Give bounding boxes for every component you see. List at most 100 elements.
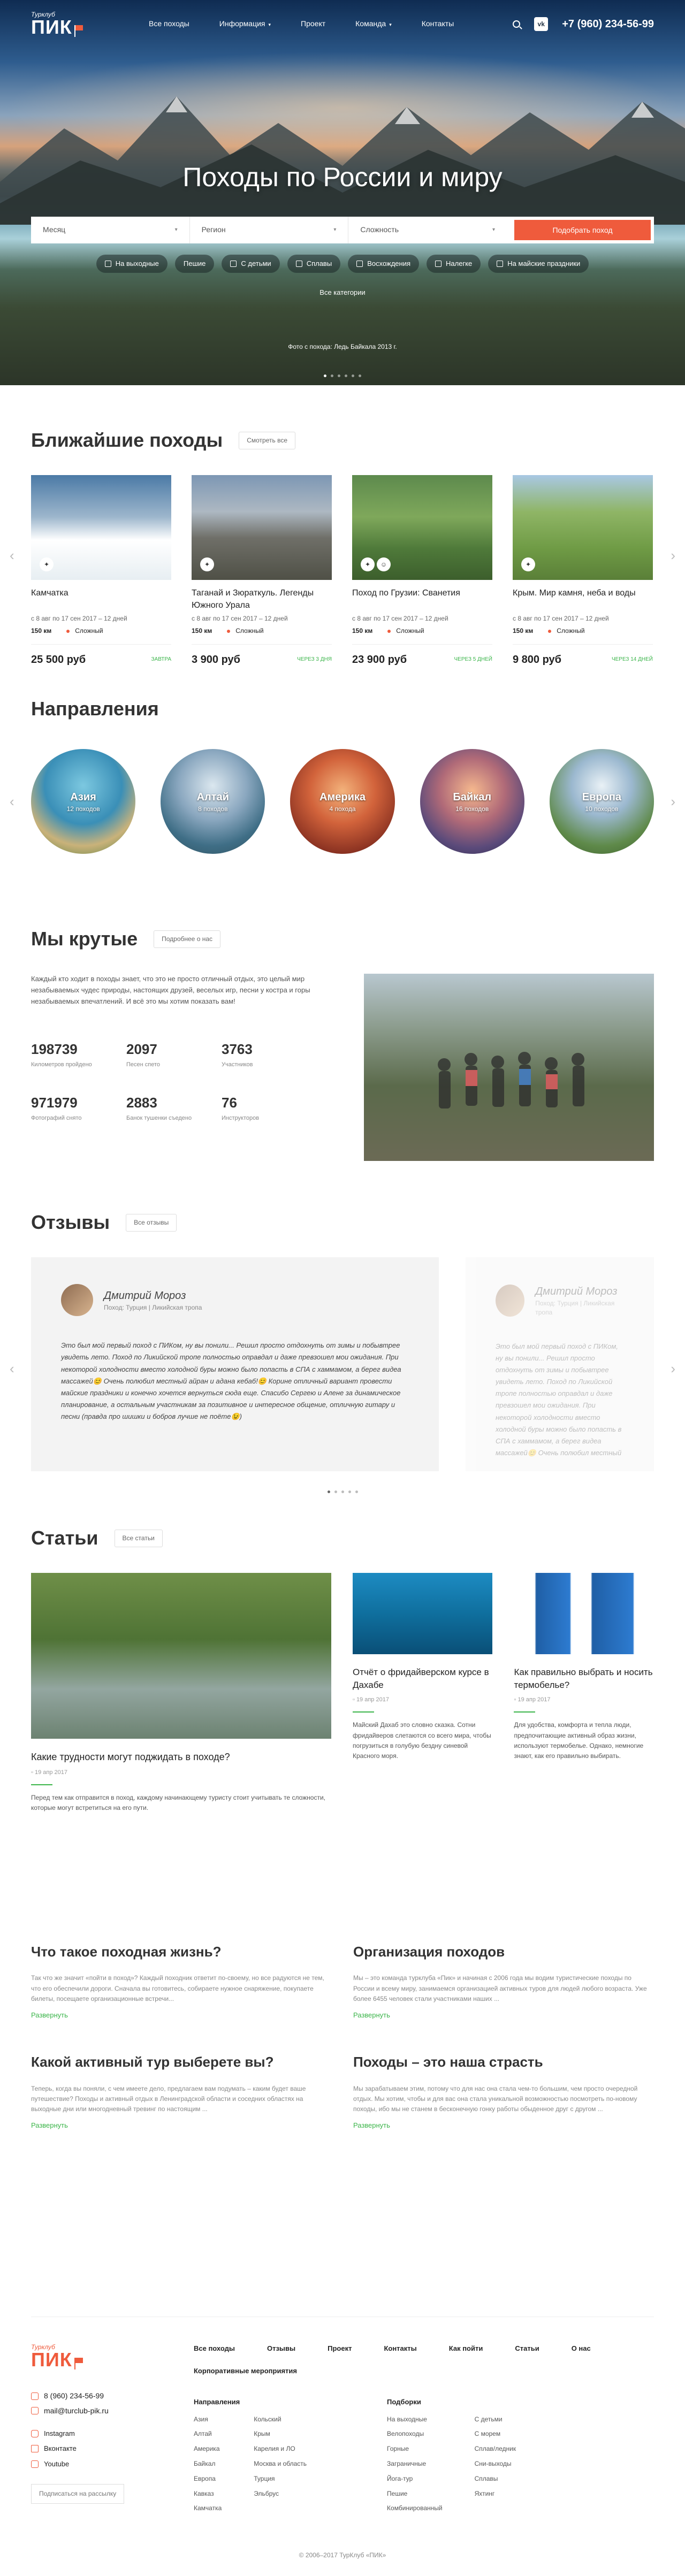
footer-link[interactable]: Кольский (254, 2415, 307, 2424)
all-articles-button[interactable]: Все статьи (114, 1529, 163, 1547)
footer-phone[interactable]: 8 (960) 234-56-99 (31, 2391, 162, 2402)
footer-link[interactable]: Америка (194, 2444, 222, 2453)
direction-america[interactable]: Америка 4 похода (290, 749, 395, 854)
footer-link[interactable]: Байкал (194, 2459, 222, 2468)
slider-dot[interactable] (327, 1490, 330, 1494)
footer-link[interactable]: Европа (194, 2474, 222, 2483)
footer-menu-item[interactable]: Контакты (384, 2344, 416, 2353)
direction-europe[interactable]: Европа 10 походов (549, 749, 654, 854)
nav-item-all-trips[interactable]: Все походы (149, 19, 189, 29)
prev-arrow-icon[interactable]: ‹ (10, 792, 14, 811)
footer-link[interactable]: Йога-тур (387, 2474, 443, 2483)
footer-link[interactable]: Комбинированный (387, 2504, 443, 2513)
footer-link[interactable]: Пешие (387, 2489, 443, 2498)
direction-asia[interactable]: Азия 12 походов (31, 749, 136, 854)
trip-card[interactable]: ✦ Таганай и Зюраткуль. Легенды Южного Ур… (192, 475, 332, 667)
footer-link[interactable]: Крым (254, 2429, 307, 2439)
slider-dot[interactable] (359, 374, 361, 377)
footer-menu-item[interactable]: Как пойти (449, 2344, 483, 2353)
footer-link[interactable]: Кавказ (194, 2489, 222, 2498)
footer-link[interactable]: Турция (254, 2474, 307, 2483)
footer-link[interactable]: Москва и область (254, 2459, 307, 2468)
article-card[interactable]: Отчёт о фридайверском курсе в Дахабе ▫ 1… (352, 1573, 493, 1813)
expand-link[interactable]: Развернуть (353, 2011, 654, 2020)
social-instagram[interactable]: Instagram (31, 2429, 162, 2439)
article-card[interactable]: Какие трудности могут поджидать в походе… (31, 1573, 331, 1813)
article-card[interactable]: Как правильно выбрать и носить термобель… (514, 1573, 654, 1813)
hero-slider-dots[interactable] (0, 374, 685, 377)
difficulty-select[interactable]: Сложность ▾ (348, 217, 507, 243)
trip-card[interactable]: ✦ ☺ Поход по Грузии: Сванетия с 8 авг по … (352, 475, 492, 667)
header-phone[interactable]: +7 (960) 234-56-99 (562, 17, 654, 32)
direction-altai[interactable]: Алтай 8 походов (161, 749, 265, 854)
footer-link[interactable]: Камчатка (194, 2504, 222, 2513)
footer-email[interactable]: mail@turclub-pik.ru (31, 2406, 162, 2417)
slider-dot[interactable] (324, 374, 326, 377)
category-hiking[interactable]: Пешие (174, 255, 215, 273)
footer-menu-item[interactable]: Проект (328, 2344, 352, 2353)
slider-dot[interactable] (345, 374, 347, 377)
site-logo[interactable]: Турклуб ПИК (31, 11, 111, 37)
footer-menu-item[interactable]: Все походы (194, 2344, 235, 2353)
slider-dot[interactable] (331, 374, 333, 377)
footer-link[interactable]: Эльбрус (254, 2489, 307, 2498)
prev-arrow-icon[interactable]: ‹ (10, 546, 14, 565)
footer-menu-item[interactable]: Статьи (515, 2344, 539, 2353)
reviews-slider-dots[interactable] (31, 1490, 654, 1494)
vk-icon[interactable]: vk (534, 17, 549, 31)
direction-baikal[interactable]: Байкал 16 походов (420, 749, 524, 854)
social-youtube[interactable]: Youtube (31, 2459, 162, 2469)
slider-dot[interactable] (352, 374, 354, 377)
footer-link[interactable]: Азия (194, 2415, 222, 2424)
next-arrow-icon[interactable]: › (671, 1359, 675, 1378)
category-light[interactable]: Налегке (427, 255, 481, 273)
about-more-button[interactable]: Подробнее о нас (154, 930, 220, 948)
category-may-holidays[interactable]: На майские праздники (488, 255, 589, 273)
footer-menu-item[interactable]: Отзывы (267, 2344, 295, 2353)
month-select[interactable]: Месяц ▾ (31, 217, 190, 243)
category-kids[interactable]: С детьми (222, 255, 280, 273)
footer-link[interactable]: С морем (475, 2429, 516, 2439)
footer-menu-item[interactable]: О нас (572, 2344, 591, 2353)
next-arrow-icon[interactable]: › (671, 546, 675, 565)
slider-dot[interactable] (334, 1490, 337, 1494)
nav-item-team[interactable]: Команда ▾ (355, 19, 392, 29)
review-card[interactable]: Дмитрий Мороз Поход: Турция | Ликийская … (466, 1257, 654, 1472)
expand-link[interactable]: Развернуть (31, 2121, 332, 2130)
trip-card[interactable]: ✦ Камчатка с 8 авг по 17 сен 2017 – 12 д… (31, 475, 171, 667)
footer-link[interactable]: Алтай (194, 2429, 222, 2439)
region-select[interactable]: Регион ▾ (190, 217, 349, 243)
all-reviews-button[interactable]: Все отзывы (126, 1213, 177, 1232)
footer-link[interactable]: Велопоходы (387, 2429, 443, 2439)
search-icon[interactable] (513, 20, 521, 28)
footer-link[interactable]: Заграничные (387, 2459, 443, 2468)
slider-dot[interactable] (338, 374, 340, 377)
trip-card[interactable]: ✦ Крым. Мир камня, неба и воды с 8 авг п… (513, 475, 653, 667)
find-trip-button[interactable]: Подобрать поход (514, 220, 651, 240)
category-climbing[interactable]: Восхождения (348, 255, 420, 273)
slider-dot[interactable] (341, 1490, 344, 1494)
see-all-trips-button[interactable]: Смотреть все (239, 431, 296, 449)
footer-link[interactable]: Карелия и ЛО (254, 2444, 307, 2453)
footer-link[interactable]: С детьми (475, 2415, 516, 2424)
nav-item-contacts[interactable]: Контакты (422, 19, 454, 29)
expand-link[interactable]: Развернуть (31, 2011, 332, 2020)
footer-link[interactable]: Горные (387, 2444, 443, 2453)
prev-arrow-icon[interactable]: ‹ (10, 1359, 14, 1378)
all-categories-link[interactable]: Все категории (0, 288, 685, 297)
category-weekend[interactable]: На выходные (96, 255, 168, 273)
footer-menu-item[interactable]: Корпоративные мероприятия (194, 2366, 297, 2376)
footer-link[interactable]: Сплавы (475, 2474, 516, 2483)
nav-item-project[interactable]: Проект (301, 19, 325, 29)
nav-item-info[interactable]: Информация ▾ (219, 19, 271, 29)
subscribe-button[interactable]: Подписаться на рассылку (31, 2483, 125, 2504)
social-vk[interactable]: Вконтакте (31, 2444, 162, 2453)
footer-link[interactable]: На выходные (387, 2415, 443, 2424)
slider-dot[interactable] (355, 1490, 358, 1494)
footer-link[interactable]: Сплав/ледник (475, 2444, 516, 2453)
next-arrow-icon[interactable]: › (671, 792, 675, 811)
footer-link[interactable]: Сни-выходы (475, 2459, 516, 2468)
expand-link[interactable]: Развернуть (353, 2121, 654, 2130)
slider-dot[interactable] (348, 1490, 351, 1494)
footer-logo[interactable]: Турклуб ПИК (31, 2344, 162, 2369)
